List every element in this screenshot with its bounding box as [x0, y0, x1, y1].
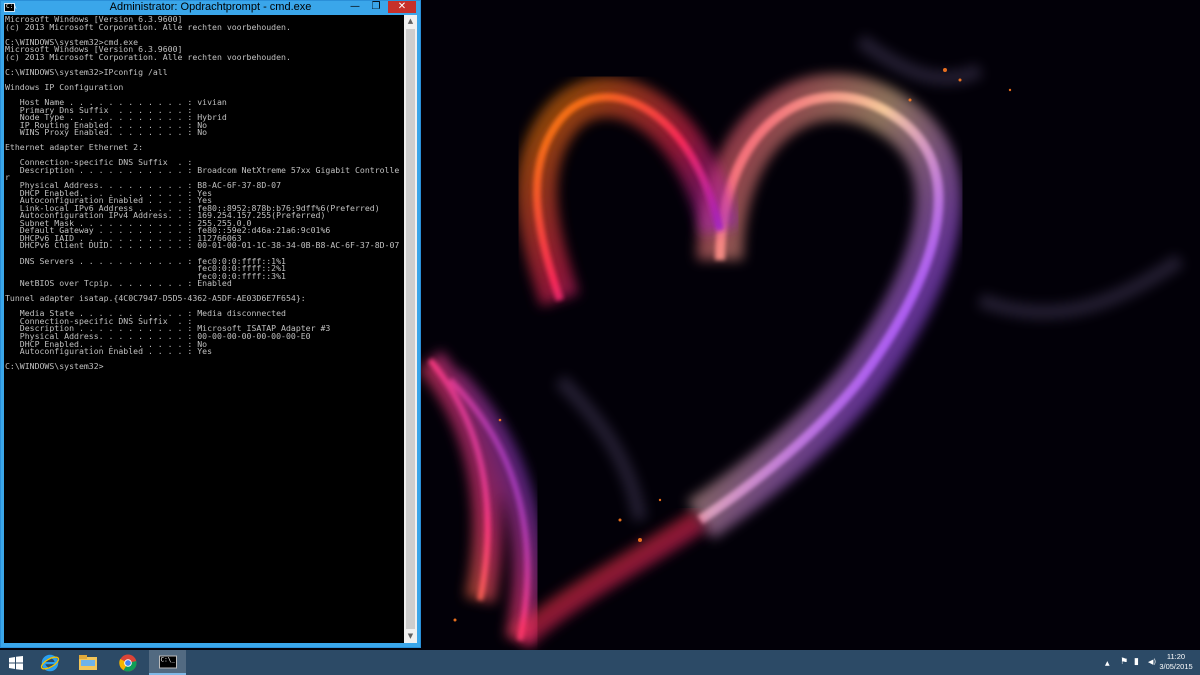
- chrome-icon: [119, 654, 137, 672]
- internet-explorer-icon: [40, 654, 60, 671]
- clock-time: 11:20: [1166, 652, 1186, 661]
- vertical-scrollbar[interactable]: ▲ ▼: [404, 15, 417, 643]
- taskbar-internet-explorer[interactable]: [32, 650, 68, 675]
- network-icon[interactable]: ▮: [1134, 656, 1139, 668]
- taskbar-file-explorer[interactable]: [70, 650, 106, 675]
- console-output-area[interactable]: Microsoft Windows [Version 6.3.9600] (c)…: [4, 15, 404, 643]
- windows-logo-icon: [9, 655, 23, 670]
- scroll-down-arrow-icon[interactable]: ▼: [404, 630, 417, 643]
- close-button[interactable]: ✕: [388, 1, 416, 13]
- title-bar[interactable]: C:\ Administrator: Opdrachtprompt - cmd.…: [1, 1, 420, 15]
- start-button[interactable]: [0, 650, 32, 675]
- system-tray: ▲ ⚑ ▮ ◀) 11:20 3/05/2015: [1100, 650, 1200, 675]
- taskbar-command-prompt[interactable]: C:\_: [149, 650, 186, 675]
- folder-icon: [79, 654, 97, 670]
- minimize-button[interactable]: —: [345, 1, 365, 13]
- taskbar-chrome[interactable]: [110, 650, 146, 675]
- console-text: Microsoft Windows [Version 6.3.9600] (c)…: [5, 15, 400, 372]
- command-prompt-icon: C:\_: [158, 655, 177, 668]
- action-center-flag-icon[interactable]: ⚑: [1120, 656, 1128, 668]
- scroll-up-arrow-icon[interactable]: ▲: [404, 15, 417, 28]
- show-hidden-icons-icon[interactable]: ▲: [1105, 658, 1110, 670]
- taskbar: C:\_ ▲ ⚑ ▮ ◀) 11:20 3/05/2015: [0, 650, 1200, 675]
- cmd-window[interactable]: C:\ Administrator: Opdrachtprompt - cmd.…: [0, 0, 421, 648]
- system-clock[interactable]: 11:20 3/05/2015: [1154, 652, 1198, 672]
- restore-button[interactable]: ❐: [366, 1, 386, 13]
- clock-date: 3/05/2015: [1159, 662, 1193, 671]
- scrollbar-thumb[interactable]: [406, 29, 415, 629]
